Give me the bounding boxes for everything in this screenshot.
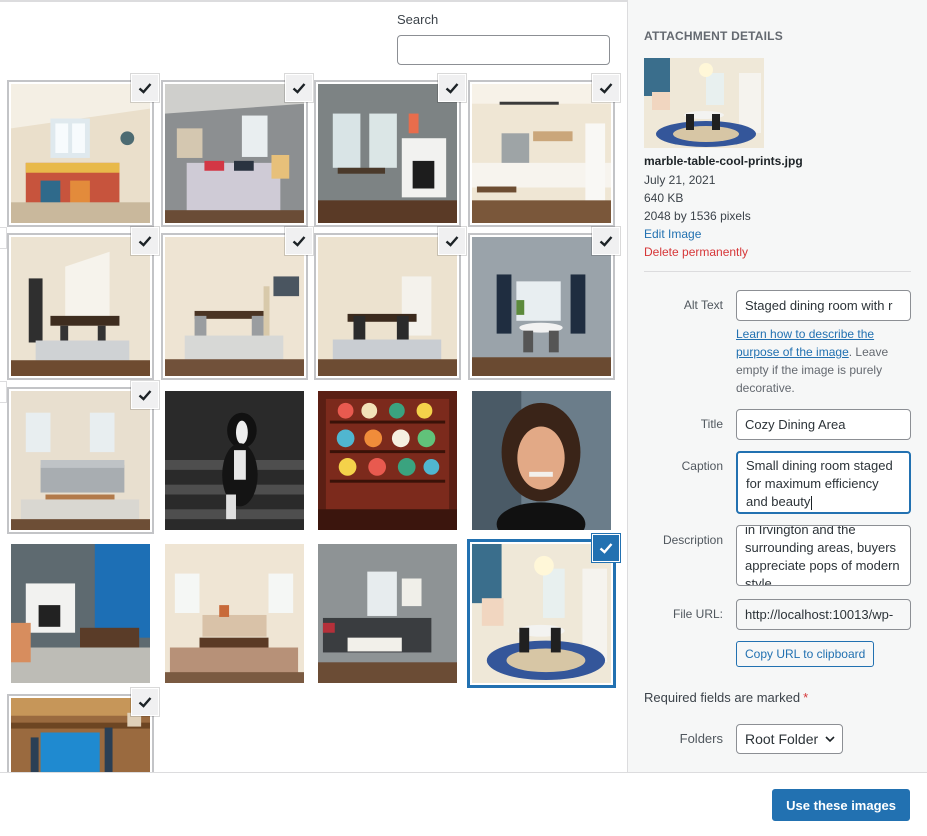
attachment-tile[interactable] [10,390,151,531]
divider [644,271,911,272]
attachment-tile[interactable] [10,697,151,772]
title-label: Title [700,417,723,431]
attachment-tile[interactable] [164,236,305,377]
checkmark-icon[interactable] [439,228,465,254]
alt-text-help: Learn how to describe the purpose of the… [736,325,914,397]
sidebar-heading: ATTACHMENT DETAILS [644,29,783,43]
attachment-tile[interactable] [164,83,305,224]
use-these-images-button[interactable]: Use these images [772,789,910,821]
thumbnail-image [11,237,150,376]
search-label: Search [397,12,439,27]
attachment-tile[interactable] [317,236,458,377]
checkmark-icon[interactable] [593,228,619,254]
thumbnail-image [11,391,150,530]
thumbnail-image [165,391,304,530]
thumbnail-image [165,237,304,376]
attachment-tile[interactable] [471,83,612,224]
attachment-preview [644,58,764,148]
caption-text: Small dining room staged for maximum eff… [746,458,893,509]
thumbnail-image [472,391,611,530]
folders-select[interactable]: Root Folder [736,724,844,754]
checkmark-icon[interactable] [132,228,158,254]
thumbnail-image [11,84,150,223]
thumbnail-image [318,84,457,223]
file-url-label: File URL: [672,607,723,621]
checkmark-icon[interactable] [132,689,158,715]
copy-url-button[interactable]: Copy URL to clipboard [736,641,875,667]
required-note: Required fields are marked * [644,690,808,705]
checkmark-icon-selected[interactable] [593,535,619,561]
media-toolbar: Use these images [0,772,927,836]
thumbnail-image [472,237,611,376]
preview-image [644,58,764,148]
thumbnail-image [472,84,611,223]
file-url-field[interactable]: http://localhost:10013/wp- [736,599,911,630]
caption-field[interactable]: Small dining room staged for maximum eff… [736,451,911,514]
thumbnail-image [318,391,457,530]
description-field[interactable]: in Irvington and the surrounding areas, … [736,525,911,586]
required-star: * [803,690,809,705]
attachment-tile[interactable] [471,236,612,377]
thumbnail-image [165,544,304,683]
text-caret [811,495,813,510]
attachment-tile[interactable] [164,543,305,684]
thumbnail-image [318,544,457,683]
checkmark-icon[interactable] [286,75,312,101]
folders-select-value: Root Folder [745,731,819,747]
delete-permanently-link[interactable]: Delete permanently [644,245,748,259]
checkmark-icon[interactable] [132,382,158,408]
description-text: in Irvington and the surrounding areas, … [745,525,900,586]
attachment-filename: marble-table-cool-prints.jpg [644,154,803,168]
attachment-date: July 21, 2021 [644,173,716,187]
attachment-tile[interactable] [10,236,151,377]
attachment-details-sidebar: ATTACHMENT DETAILS marble-table-cool-pri… [627,0,927,772]
attachment-dimensions: 2048 by 1536 pixels [644,209,751,223]
offscreen-check-marker [0,382,6,402]
required-note-text: Required fields are marked [644,690,801,705]
attachment-tile[interactable] [10,83,151,224]
caption-label: Caption [681,459,723,473]
attachment-tile-selected[interactable] [471,543,612,684]
thumbnail-image [11,698,150,772]
checkmark-icon[interactable] [439,75,465,101]
search-input[interactable] [397,35,610,65]
attachment-tile[interactable] [471,390,612,531]
folders-label: Folders [679,731,723,746]
thumbnail-image [318,237,457,376]
description-label: Description [662,533,723,547]
title-field[interactable]: Cozy Dining Area [736,409,911,440]
checkmark-icon[interactable] [593,75,619,101]
attachment-tile[interactable] [317,390,458,531]
checkmark-icon[interactable] [132,75,158,101]
attachment-tile[interactable] [10,543,151,684]
thumbnail-image [11,544,150,683]
attachment-tile[interactable] [164,390,305,531]
offscreen-check-marker [0,228,6,248]
attachment-tile[interactable] [317,83,458,224]
media-grid [0,0,627,772]
checkmark-icon[interactable] [286,228,312,254]
alt-text-field[interactable]: Staged dining room with r [736,290,911,321]
chevron-down-icon [825,736,835,743]
alt-text-label: Alt Text [683,298,723,312]
thumbnail-image [472,544,611,683]
edit-image-link[interactable]: Edit Image [644,227,701,241]
thumbnail-image [165,84,304,223]
attachment-filesize: 640 KB [644,191,684,205]
attachment-tile[interactable] [317,543,458,684]
